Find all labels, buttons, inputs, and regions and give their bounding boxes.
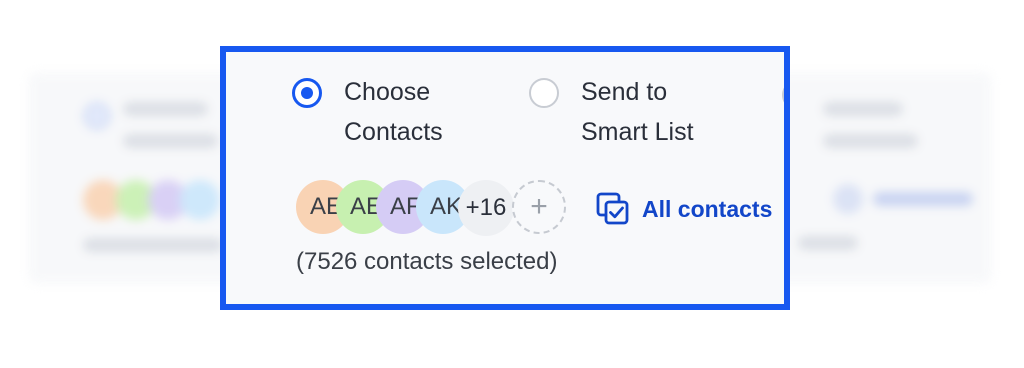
- selected-contacts-count: (7526 contacts selected): [296, 248, 558, 275]
- all-contacts-label: All contacts: [642, 195, 773, 222]
- ghost-icon: [833, 184, 863, 214]
- ghost-text: [123, 102, 208, 116]
- third-option-radio[interactable]: [782, 80, 784, 110]
- add-contact-button[interactable]: +: [512, 180, 566, 234]
- more-contacts-count[interactable]: +16: [458, 180, 514, 236]
- plus-icon: +: [530, 190, 548, 223]
- ghost-text: [798, 236, 858, 250]
- smart-list-radio[interactable]: [529, 78, 559, 108]
- ghost-radio: [83, 102, 111, 130]
- smart-list-option[interactable]: Send to Smart List: [529, 72, 721, 152]
- ghost-text: [123, 134, 218, 148]
- choose-contacts-option[interactable]: Choose Contacts: [292, 72, 484, 152]
- stage: Choose Contacts Send to Smart List AE AE…: [0, 0, 1024, 368]
- ghost-text: [823, 102, 903, 116]
- selected-contacts-avatars[interactable]: AE AE AF AK +16 +: [296, 178, 586, 236]
- choose-contacts-label: Choose Contacts: [344, 78, 443, 146]
- recipient-selector-panel: Choose Contacts Send to Smart List AE AE…: [220, 46, 790, 310]
- ghost-text: [83, 238, 223, 252]
- ghost-text: [823, 134, 918, 148]
- select-all-icon: [596, 192, 629, 225]
- smart-list-label: Send to Smart List: [581, 78, 694, 146]
- ghost-avatar: [180, 180, 220, 220]
- ghost-text: [873, 192, 973, 206]
- all-contacts-link[interactable]: All contacts: [596, 192, 772, 226]
- choose-contacts-radio[interactable]: [292, 78, 322, 108]
